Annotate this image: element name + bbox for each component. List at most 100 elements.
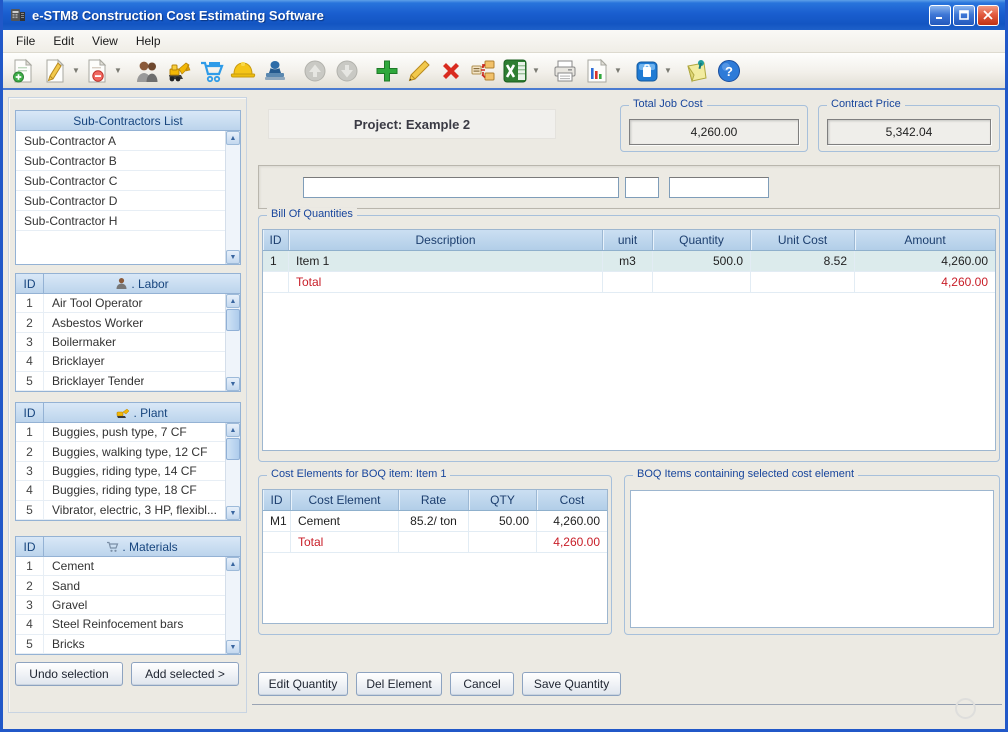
project-title: Project: Example 2 — [268, 109, 556, 139]
subcontractor-row[interactable]: Sub-Contractor D — [16, 191, 225, 211]
contract-price-groupbox: Contract Price 5,342.04 — [818, 105, 1000, 152]
excel-export-dropdown[interactable]: ▼ — [531, 56, 541, 86]
edit-quantity-button[interactable]: Edit Quantity — [258, 672, 348, 696]
excel-export-button[interactable] — [499, 55, 531, 87]
reports-button[interactable] — [581, 55, 613, 87]
boq-groupbox: Bill Of Quantities ID Description unit Q… — [258, 215, 1000, 462]
materials-row[interactable]: 5Bricks — [16, 635, 225, 654]
subcontractors-scrollbar[interactable]: ▲ ▼ — [225, 131, 240, 264]
scroll-thumb[interactable] — [226, 309, 240, 331]
plant-row[interactable]: 5Vibrator, electric, 3 HP, flexibl... — [16, 501, 225, 520]
boq-items-listbox[interactable] — [630, 490, 994, 628]
subcontractor-row[interactable]: Sub-Contractor C — [16, 171, 225, 191]
edit-project-button[interactable] — [39, 55, 71, 87]
labor-row[interactable]: 4Bricklayer — [16, 352, 225, 371]
total-job-cost-groupbox: Total Job Cost 4,260.00 — [620, 105, 808, 152]
markup-stamp-button[interactable] — [259, 55, 291, 87]
menu-file[interactable]: File — [7, 31, 44, 51]
assign-elements-button[interactable] — [467, 55, 499, 87]
subcontractor-row[interactable]: Sub-Contractor H — [16, 211, 225, 231]
maximize-button[interactable] — [953, 5, 975, 26]
del-element-button[interactable]: Del Element — [356, 672, 442, 696]
description-filter-input[interactable] — [303, 177, 619, 198]
plant-row[interactable]: 1Buggies, push type, 7 CF — [16, 423, 225, 442]
print-button[interactable] — [549, 55, 581, 87]
boq-items-label: BOQ Items containing selected cost eleme… — [633, 468, 858, 480]
content-area: Sub-Contractors List Sub-Contractor A Su… — [3, 90, 1005, 729]
boq-items-groupbox: BOQ Items containing selected cost eleme… — [624, 475, 1000, 635]
delete-project-dropdown[interactable]: ▼ — [113, 56, 123, 86]
undo-selection-button[interactable]: Undo selection — [15, 662, 123, 686]
subcontractor-row[interactable]: Sub-Contractor A — [16, 131, 225, 151]
title-bar[interactable]: e-STM8 Construction Cost Estimating Soft… — [3, 0, 1005, 30]
scroll-thumb[interactable] — [226, 438, 240, 460]
total-job-cost-value: 4,260.00 — [629, 119, 799, 145]
cost-element-row[interactable]: M1 Cement 85.2/ ton 50.00 4,260.00 — [263, 511, 607, 532]
plant-row[interactable]: 3Buggies, riding type, 14 CF — [16, 462, 225, 481]
plant-row[interactable]: 4Buggies, riding type, 18 CF — [16, 481, 225, 500]
materials-list-button[interactable] — [195, 55, 227, 87]
unit-filter-input[interactable] — [625, 177, 659, 198]
subcontractors-list-button[interactable] — [227, 55, 259, 87]
plant-row[interactable]: 2Buggies, walking type, 12 CF — [16, 442, 225, 461]
add-item-button[interactable] — [371, 55, 403, 87]
boq-table: ID Description unit Quantity Unit Cost A… — [262, 229, 996, 451]
scroll-down-icon[interactable]: ▼ — [226, 506, 240, 520]
boq-table-header[interactable]: ID Description unit Quantity Unit Cost A… — [263, 230, 995, 251]
plant-id-header: ID — [16, 403, 44, 422]
new-project-button[interactable] — [7, 55, 39, 87]
subcontractor-row[interactable]: Sub-Contractor B — [16, 151, 225, 171]
labor-scrollbar[interactable]: ▲ ▼ — [225, 294, 240, 391]
filter-panel — [258, 165, 1000, 209]
materials-row[interactable]: 3Gravel — [16, 596, 225, 615]
plant-panel: ID . Plant 1Buggies, push type, 7 CF 2Bu… — [15, 402, 241, 521]
materials-row[interactable]: 2Sand — [16, 576, 225, 595]
plant-list-button[interactable] — [163, 55, 195, 87]
delete-item-button[interactable] — [435, 55, 467, 87]
menu-view[interactable]: View — [83, 31, 127, 51]
resize-grip-circle — [955, 698, 976, 719]
help-button[interactable]: ? — [713, 55, 745, 87]
edit-project-dropdown[interactable]: ▼ — [71, 56, 81, 86]
boq-row-selected[interactable]: 1 Item 1 m3 500.0 8.52 4,260.00 — [263, 251, 995, 272]
plant-scrollbar[interactable]: ▲ ▼ — [225, 423, 240, 520]
close-button[interactable] — [977, 5, 999, 26]
subcontractors-title: Sub-Contractors List — [73, 114, 182, 128]
delete-project-button[interactable] — [81, 55, 113, 87]
backup-button[interactable] — [631, 55, 663, 87]
labor-list-button[interactable] — [131, 55, 163, 87]
scroll-down-icon[interactable]: ▼ — [226, 377, 240, 391]
labor-row[interactable]: 5Bricklayer Tender — [16, 372, 225, 391]
scroll-up-icon[interactable]: ▲ — [226, 294, 240, 308]
materials-row[interactable]: 4Steel Reinfocement bars — [16, 615, 225, 634]
backup-dropdown[interactable]: ▼ — [663, 56, 673, 86]
edit-item-button[interactable] — [403, 55, 435, 87]
menu-edit[interactable]: Edit — [44, 31, 83, 51]
scroll-up-icon[interactable]: ▲ — [226, 557, 240, 571]
minimize-button[interactable] — [929, 5, 951, 26]
scroll-up-icon[interactable]: ▲ — [226, 131, 240, 145]
add-selected-button[interactable]: Add selected > — [131, 662, 239, 686]
materials-row[interactable]: 1Cement — [16, 557, 225, 576]
labor-row[interactable]: 3Boilermaker — [16, 333, 225, 352]
labor-row[interactable]: 2Asbestos Worker — [16, 313, 225, 332]
sidebar: Sub-Contractors List Sub-Contractor A Su… — [8, 97, 247, 713]
cancel-button[interactable]: Cancel — [450, 672, 514, 696]
app-icon — [9, 6, 27, 24]
scroll-down-icon[interactable]: ▼ — [226, 250, 240, 264]
scroll-down-icon[interactable]: ▼ — [226, 640, 240, 654]
cost-elements-table-header[interactable]: ID Cost Element Rate QTY Cost — [263, 490, 607, 511]
reports-dropdown[interactable]: ▼ — [613, 56, 623, 86]
materials-id-header: ID — [16, 537, 44, 556]
labor-row[interactable]: 1Air Tool Operator — [16, 294, 225, 313]
action-buttons: Edit Quantity Del Element Cancel Save Qu… — [258, 672, 621, 696]
main-area: Project: Example 2 Total Job Cost 4,260.… — [252, 90, 1005, 729]
menu-help[interactable]: Help — [127, 31, 170, 51]
notes-button[interactable] — [681, 55, 713, 87]
materials-icon — [106, 541, 119, 553]
labor-title: . Labor — [131, 277, 168, 291]
quantity-filter-input[interactable] — [669, 177, 769, 198]
materials-scrollbar[interactable]: ▲ ▼ — [225, 557, 240, 654]
scroll-up-icon[interactable]: ▲ — [226, 423, 240, 437]
save-quantity-button[interactable]: Save Quantity — [522, 672, 621, 696]
